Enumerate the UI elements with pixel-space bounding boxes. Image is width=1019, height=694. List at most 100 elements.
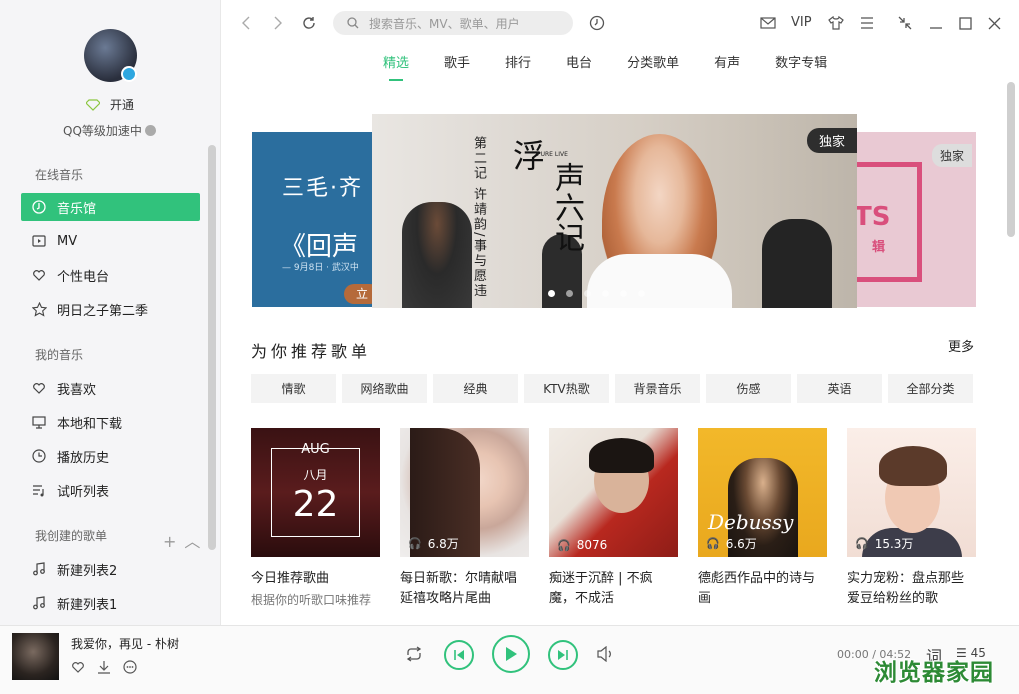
playlist-card[interactable]: 🎧 15.3万 实力宠粉：盘点那些爱豆给粉丝的歌: [847, 428, 976, 609]
qq-level-label: QQ等级加速中: [63, 124, 142, 138]
banner-main-slide[interactable]: 第二记 许靖韵/事与愿违 浮 PURE LIVE 声六记 独家: [372, 114, 857, 308]
carousel-dot[interactable]: [638, 290, 645, 297]
more-link[interactable]: 更多: [948, 336, 974, 355]
tab-radio[interactable]: 电台: [566, 52, 592, 79]
tab-charts[interactable]: 排行: [505, 52, 531, 79]
section-my-music: 我的音乐: [35, 348, 84, 362]
main-tabs: 精选 歌手 排行 电台 分类歌单 有声 数字专辑: [383, 52, 862, 81]
listen-recognize-icon[interactable]: [588, 14, 606, 32]
sidebar-item-history[interactable]: 播放历史: [21, 442, 200, 470]
tab-featured[interactable]: 精选: [383, 52, 409, 81]
playlist-icon: [31, 482, 47, 498]
sidebar: 开通 QQ等级加速中 在线音乐 音乐馆 MV 个性电台 明日之子第二季 我的音乐…: [0, 0, 221, 625]
playlist-cover[interactable]: 🎧 6.8万: [400, 428, 529, 557]
playlist-card[interactable]: 🎧 6.8万 每日新歌：尔晴献唱延禧攻略片尾曲: [400, 428, 529, 609]
sidebar-item-music-hall[interactable]: 音乐馆: [21, 193, 200, 221]
carousel-dot[interactable]: [548, 290, 555, 297]
category-chip[interactable]: KTV热歌: [524, 374, 609, 403]
song-actions: [71, 660, 149, 674]
sidebar-item-mv[interactable]: MV: [21, 227, 200, 255]
carousel-dots: [548, 290, 656, 297]
sidebar-item-label: 个性电台: [57, 269, 110, 285]
singer-body: [587, 254, 732, 308]
main-scrollbar[interactable]: [1007, 82, 1015, 237]
sidebar-item-playlist-1[interactable]: 新建列表1: [21, 589, 200, 617]
vip-button[interactable]: VIP: [791, 15, 812, 30]
carousel-dot[interactable]: [584, 290, 591, 297]
play-count-value: 6.6万: [725, 537, 757, 551]
sidebar-scrollbar[interactable]: [208, 145, 216, 550]
mini-mode-icon[interactable]: [896, 14, 914, 32]
refresh-icon[interactable]: [300, 14, 318, 32]
volume-icon[interactable]: [597, 646, 613, 662]
play-button[interactable]: [492, 635, 530, 673]
like-icon[interactable]: [71, 660, 85, 674]
category-chip[interactable]: 经典: [433, 374, 518, 403]
forward-icon[interactable]: [269, 14, 287, 32]
category-chip[interactable]: 情歌: [251, 374, 336, 403]
playlist-title[interactable]: 实力宠粉：盘点那些爱豆给粉丝的歌: [847, 569, 976, 609]
tab-singers[interactable]: 歌手: [444, 52, 470, 79]
carousel-dot[interactable]: [620, 290, 627, 297]
close-icon[interactable]: [985, 14, 1003, 32]
playlist-card[interactable]: 🎧 8076 痴迷于沉醉 | 不疯魔，不成活: [549, 428, 678, 609]
previous-button[interactable]: [444, 640, 474, 670]
now-playing-title[interactable]: 我爱你，再见 - 朴树: [71, 635, 179, 652]
sidebar-item-radio[interactable]: 个性电台: [21, 261, 200, 289]
sidebar-item-show[interactable]: 明日之子第二季: [21, 295, 200, 323]
vip-open-link[interactable]: 开通: [86, 96, 134, 113]
tab-audio[interactable]: 有声: [714, 52, 740, 79]
playlist-cover[interactable]: AUG 八月 22: [251, 428, 380, 557]
playlist-cover[interactable]: Debussy 🎧 6.6万: [698, 428, 827, 557]
carousel-dot[interactable]: [566, 290, 573, 297]
banner-left-button[interactable]: 立: [344, 284, 372, 304]
category-chip[interactable]: 英语: [797, 374, 882, 403]
playlist-title[interactable]: 今日推荐歌曲: [251, 569, 380, 589]
play-count: 🎧 8076: [557, 538, 607, 552]
category-chip[interactable]: 背景音乐: [615, 374, 700, 403]
playlist-title[interactable]: 德彪西作品中的诗与画: [698, 569, 827, 609]
qq-level-status[interactable]: QQ等级加速中: [63, 122, 156, 139]
banner-slide-prev[interactable]: 三毛·齐 《回声 — 9月8日 · 武汉中 立: [252, 132, 372, 307]
download-icon[interactable]: [97, 660, 111, 674]
playlist-title[interactable]: 痴迷于沉醉 | 不疯魔，不成活: [549, 569, 678, 609]
menu-icon[interactable]: [858, 14, 876, 32]
headphones-icon: 🎧: [855, 537, 869, 550]
category-chip[interactable]: 网络歌曲: [342, 374, 427, 403]
sidebar-item-label: 本地和下载: [57, 416, 123, 432]
playlist-cover[interactable]: 🎧 8076: [549, 428, 678, 557]
mail-icon[interactable]: [759, 14, 777, 32]
collapse-icon[interactable]: ︿: [184, 532, 208, 551]
next-button[interactable]: [548, 640, 578, 670]
album-art[interactable]: [12, 633, 59, 680]
more-options-icon[interactable]: [123, 660, 137, 674]
playlist-title[interactable]: 每日新歌：尔晴献唱延禧攻略片尾曲: [400, 569, 529, 609]
carousel-dot[interactable]: [602, 290, 609, 297]
maximize-icon[interactable]: [956, 14, 974, 32]
banner-left-subtitle: 《回声: [280, 232, 359, 262]
sidebar-item-favorites[interactable]: 我喜欢: [21, 374, 200, 402]
banner-slide-next[interactable]: TS 辑 独家: [852, 132, 976, 307]
category-chip[interactable]: 伤感: [706, 374, 791, 403]
skin-icon[interactable]: [827, 14, 845, 32]
tab-category-playlists[interactable]: 分类歌单: [627, 52, 679, 79]
playlist-cover[interactable]: 🎧 15.3万: [847, 428, 976, 557]
playlist-card[interactable]: AUG 八月 22 今日推荐歌曲 根据你的听歌口味推荐: [251, 428, 380, 609]
minimize-icon[interactable]: [927, 14, 945, 32]
music-hall-icon: [31, 199, 47, 215]
banner-left-date: — 9月8日 · 武汉中: [282, 263, 359, 273]
drummer-figure: [762, 219, 832, 308]
category-chip[interactable]: 全部分类: [888, 374, 973, 403]
add-playlist-button[interactable]: +: [163, 532, 184, 551]
tab-digital-albums[interactable]: 数字专辑: [775, 52, 827, 79]
loop-mode-icon[interactable]: [405, 646, 423, 662]
sidebar-item-trial-list[interactable]: 试听列表: [21, 476, 200, 504]
sidebar-item-playlist-2[interactable]: 新建列表2: [21, 555, 200, 583]
play-count-value: 8076: [576, 538, 608, 552]
playlist-card[interactable]: Debussy 🎧 6.6万 德彪西作品中的诗与画: [698, 428, 827, 609]
search-input[interactable]: 搜索音乐、MV、歌单、用户: [333, 11, 573, 35]
banner-side-text: 第二记 许靖韵/事与愿违: [471, 136, 486, 299]
search-icon: [347, 17, 359, 29]
sidebar-item-local[interactable]: 本地和下载: [21, 408, 200, 436]
back-icon[interactable]: [237, 14, 255, 32]
